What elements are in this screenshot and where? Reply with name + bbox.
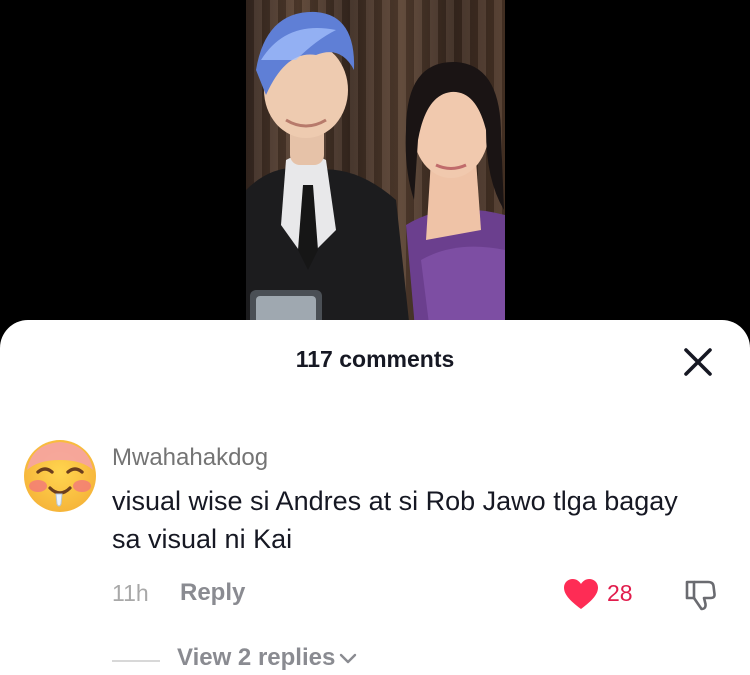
drooling-face-emoji-icon <box>24 440 96 512</box>
view-replies-label: View 2 replies <box>177 644 336 671</box>
view-replies-button[interactable]: View 2 replies <box>177 644 357 672</box>
comment-timestamp: 11h <box>112 580 149 606</box>
chevron-down-icon <box>340 653 357 663</box>
close-icon[interactable] <box>680 344 716 380</box>
replies-divider <box>112 660 160 662</box>
thumbs-down-icon[interactable] <box>682 576 718 612</box>
avatar[interactable] <box>22 438 98 514</box>
comments-sheet: 117 comments Mwahahakdog visual wise si … <box>0 320 750 675</box>
like-count: 28 <box>607 580 633 606</box>
reply-button[interactable]: Reply <box>180 579 245 607</box>
video-still-image <box>246 11 505 340</box>
video-player[interactable] <box>0 0 750 340</box>
comment-text: visual wise si Andres at si Rob Jawo tlg… <box>112 486 678 554</box>
heart-icon[interactable] <box>563 578 599 610</box>
video-frame <box>246 0 505 340</box>
comment-username[interactable]: Mwahahakdog <box>112 444 268 472</box>
comments-count-title: 117 comments <box>295 346 455 372</box>
